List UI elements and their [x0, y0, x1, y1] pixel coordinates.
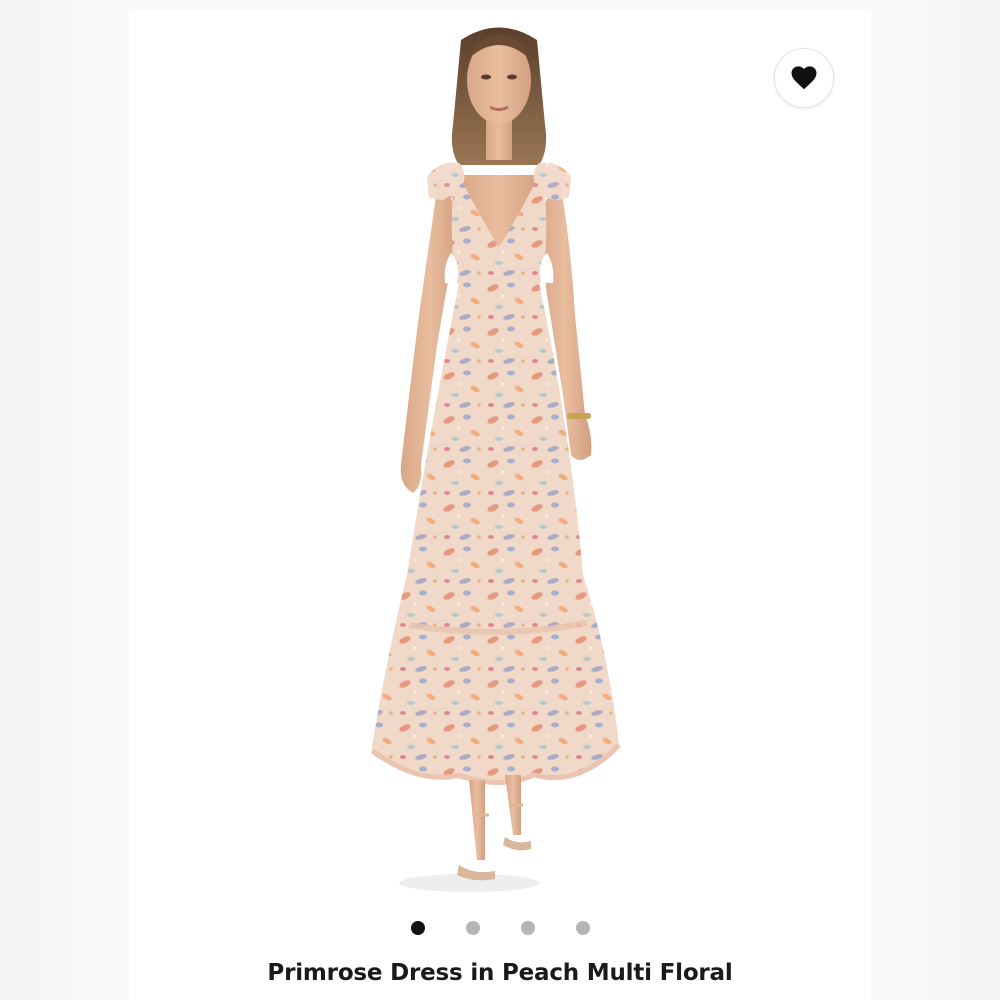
product-card: Primrose Dress in Peach Multi Floral: [129, 10, 871, 1000]
product-image[interactable]: [309, 15, 689, 910]
favorite-button[interactable]: [774, 48, 834, 108]
product-title: Primrose Dress in Peach Multi Floral: [267, 960, 733, 986]
carousel-dot-2[interactable]: [465, 921, 480, 935]
heart-icon: [791, 66, 817, 90]
carousel-dot-1[interactable]: [410, 921, 425, 935]
carousel-dot-3[interactable]: [520, 921, 535, 935]
page: Primrose Dress in Peach Multi Floral: [0, 0, 1000, 1000]
carousel-dot-4[interactable]: [575, 921, 590, 935]
image-carousel-dots: [129, 921, 871, 935]
